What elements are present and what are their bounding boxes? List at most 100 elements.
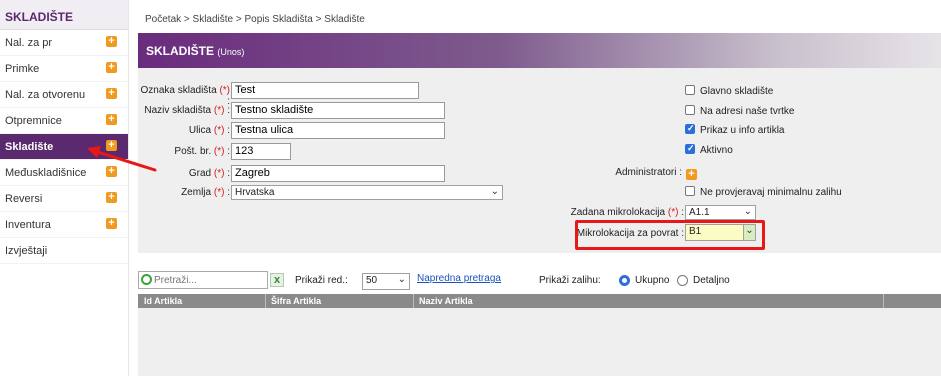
zadana-select[interactable]: A1.1 ⌄ (685, 205, 756, 220)
page-subtitle: (Unos) (217, 47, 245, 57)
plus-icon[interactable]: + (106, 62, 117, 73)
colon: : (227, 168, 230, 179)
page-title: SKLADIŠTE (Unos) (146, 44, 244, 58)
naziv-label-text: Naziv skladišta (144, 105, 212, 116)
sidebar-title: SKLADIŠTE (0, 0, 128, 30)
zadana-label: Zadana mikrolokacija (*) : (558, 207, 684, 218)
form-area: Oznaka skladišta (*) : Test Naziv skladi… (138, 68, 941, 253)
column-header-sifra[interactable]: Šifra Artikla (271, 296, 321, 306)
zemlja-select[interactable]: Hrvatska ⌄ (231, 185, 503, 200)
zadana-label-text: Zadana mikrolokacija (570, 207, 666, 218)
sidebar-item-label: Inventura (5, 219, 51, 231)
sidebar-item-label: Međuskladišnice (5, 167, 87, 179)
sidebar: SKLADIŠTE Nal. za pr + Primke + Nal. za ot… (0, 0, 129, 376)
required-mark: (*) (213, 105, 225, 116)
sidebar-item-label: Nal. za pr (5, 37, 53, 49)
zemlja-label: Zemlja (*) : (138, 187, 230, 198)
ukupno-label: Ukupno (635, 275, 670, 286)
grid-toolbar: x Prikaži red.: 50 ⌄ Napredna pretraga Pr… (138, 268, 941, 294)
sidebar-item-nal-za-otvorenu[interactable]: Nal. za otvorenu + (0, 82, 128, 108)
arrow-head (87, 146, 101, 158)
column-header-id[interactable]: Id Artikla (144, 296, 182, 306)
zemlja-select-value: Hrvatska (235, 187, 275, 198)
detaljno-label: Detaljno (693, 275, 730, 286)
naziv-label: Naziv skladišta (*) : (138, 105, 230, 116)
naziv-field[interactable]: Testno skladište (231, 102, 445, 119)
ulica-label: Ulica (*) : (138, 125, 230, 136)
colon: : (227, 146, 230, 157)
plus-icon[interactable]: + (106, 114, 117, 125)
detaljno-radio[interactable] (677, 275, 688, 286)
ne-provjeravaj-checkbox[interactable] (685, 186, 695, 196)
sidebar-item-label: Primke (5, 63, 40, 75)
ne-provjeravaj-label: Ne provjeravaj minimalnu zalihu (700, 187, 842, 198)
grid-body (138, 308, 941, 376)
colon: : (227, 125, 230, 136)
page-size-select[interactable]: 50 ⌄ (362, 273, 410, 290)
arrow-line (89, 148, 157, 172)
ukupno-radio[interactable] (619, 275, 630, 286)
sidebar-item-label: Nal. za otvorenu (5, 89, 86, 101)
post-field[interactable]: 123 (231, 143, 291, 160)
search-input[interactable] (154, 273, 264, 287)
zadana-select-value: A1.1 (689, 207, 710, 218)
search-box[interactable] (138, 271, 268, 289)
adresi-checkbox[interactable] (685, 105, 695, 115)
column-separator[interactable] (413, 294, 414, 308)
required-mark: (*) (213, 146, 225, 157)
glavno-label: Glavno skladište (700, 86, 774, 97)
page-title-text: SKLADIŠTE (146, 44, 215, 58)
column-separator[interactable] (883, 294, 884, 308)
prikaz-info-checkbox[interactable] (685, 123, 695, 134)
required-mark: (*) (213, 187, 225, 198)
oznaka-field[interactable]: Test (231, 82, 419, 99)
add-administrator-button[interactable]: + (686, 169, 697, 180)
sidebar-item-label: Otpremnice (5, 115, 62, 127)
column-separator[interactable] (265, 294, 266, 308)
sidebar-item-otpremnice[interactable]: Otpremnice + (0, 108, 128, 134)
ulica-label-text: Ulica (188, 125, 212, 136)
plus-icon[interactable]: + (106, 88, 117, 99)
chevron-down-icon: ⌄ (397, 274, 406, 285)
aktivno-checkbox[interactable] (685, 143, 695, 154)
advanced-search-link[interactable]: Napredna pretraga (417, 273, 501, 284)
required-mark: (*) (213, 125, 225, 136)
search-icon (141, 274, 152, 285)
post-label-text: Pošt. br. (174, 146, 212, 157)
chevron-down-icon: ⌄ (490, 186, 499, 197)
required-mark: (*) (219, 85, 230, 96)
panel-header: SKLADIŠTE (Unos) (138, 33, 941, 68)
sidebar-item-primke[interactable]: Primke + (0, 56, 128, 82)
sidebar-item-inventura[interactable]: Inventura + (0, 212, 128, 238)
aktivno-label: Aktivno (700, 145, 733, 156)
sidebar-item-izvjestaji[interactable]: Izvještaji (0, 238, 128, 264)
zemlja-label-text: Zemlja (181, 187, 212, 198)
sidebar-item-label: Skladište (5, 141, 54, 153)
colon: : (681, 207, 684, 218)
chevron-down-icon: ⌄ (743, 206, 752, 217)
sidebar-item-label: Izvještaji (5, 245, 48, 257)
adresi-label: Na adresi naše tvrtke (700, 106, 795, 117)
sidebar-item-reversi[interactable]: Reversi + (0, 186, 128, 212)
glavno-checkbox[interactable] (685, 85, 695, 95)
oznaka-label: Oznaka skladišta (*) : (138, 85, 231, 107)
administratori-label: Administratori : (615, 167, 682, 178)
colon: : (227, 105, 230, 116)
plus-icon[interactable]: + (106, 192, 117, 203)
prikaz-info-label: Prikaz u info artikla (700, 125, 785, 136)
annotation-arrow (87, 146, 157, 172)
grad-label-text: Grad (188, 168, 212, 179)
page-size-value: 50 (366, 275, 378, 286)
required-mark: (*) (213, 168, 225, 179)
required-mark: (*) (667, 207, 679, 218)
ulica-field[interactable]: Testna ulica (231, 122, 445, 139)
column-header-naziv[interactable]: Naziv Artikla (419, 296, 473, 306)
plus-icon[interactable]: + (106, 218, 117, 229)
plus-icon[interactable]: + (106, 36, 117, 47)
sidebar-item-nal-za-pr[interactable]: Nal. za pr + (0, 30, 128, 56)
breadcrumb[interactable]: Početak > Skladište > Popis Skladišta > … (145, 14, 365, 25)
clear-search-button[interactable]: x (270, 273, 284, 287)
grad-field[interactable]: Zagreb (231, 165, 445, 182)
stock-label: Prikaži zalihu: (539, 275, 601, 286)
oznaka-label-text: Oznaka skladišta (140, 85, 217, 96)
